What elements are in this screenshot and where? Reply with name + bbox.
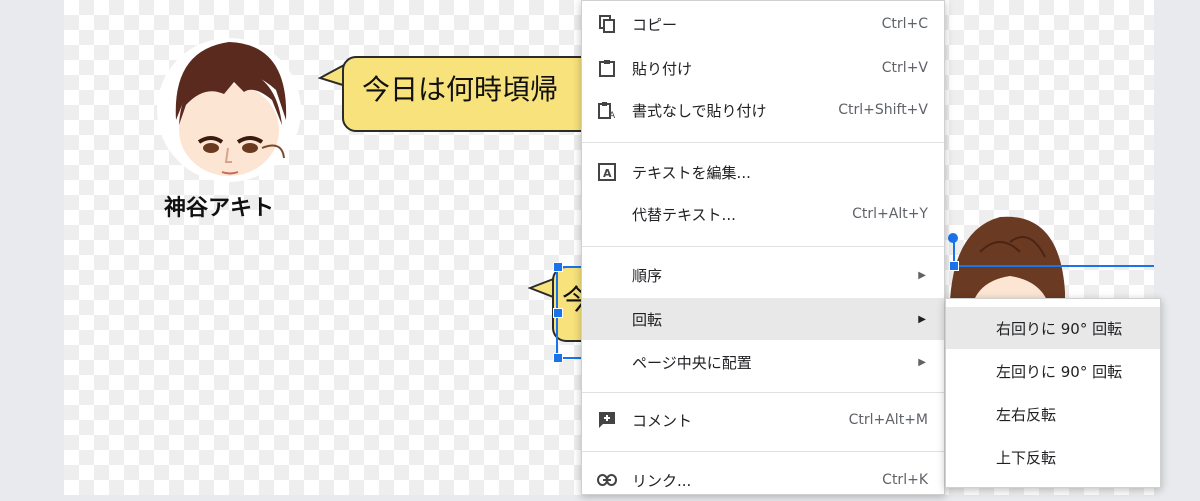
submenu-item-rotate-clockwise[interactable]: 右回りに 90° 回転 — [946, 307, 1160, 349]
menu-item-center-on-page[interactable]: ページ中央に配置 ▶ — [582, 341, 944, 383]
menu-item-shortcut: Ctrl+V — [881, 60, 928, 76]
add-comment-icon — [596, 409, 618, 431]
menu-item-label: テキストを編集... — [632, 163, 751, 182]
menu-item-label: リンク... — [632, 471, 692, 490]
menu-item-label: コピー — [632, 15, 678, 34]
menu-item-alt-text[interactable]: 代替テキスト... Ctrl+Alt+Y — [582, 193, 944, 235]
svg-text:A: A — [609, 111, 616, 119]
menu-item-order[interactable]: 順序 ▶ — [582, 254, 944, 296]
paste-plain-icon: A — [596, 99, 618, 121]
submenu-arrow-icon: ▶ — [918, 356, 926, 368]
resize-handle[interactable] — [949, 261, 959, 271]
menu-item-label: 書式なしで貼り付け — [632, 101, 767, 120]
menu-item-label: コメント — [632, 411, 693, 430]
submenu-item-rotate-counterclockwise[interactable]: 左回りに 90° 回転 — [946, 350, 1160, 392]
resize-handle[interactable] — [553, 262, 563, 272]
submenu-item-label: 右回りに 90° 回転 — [996, 319, 1123, 338]
submenu-item-flip-vertical[interactable]: 上下反転 — [946, 436, 1160, 478]
menu-item-label: 代替テキスト... — [632, 205, 736, 224]
menu-separator — [582, 451, 944, 452]
resize-handle[interactable] — [553, 308, 563, 318]
speech-bubble[interactable]: 今日は何時頃帰 — [342, 56, 602, 132]
menu-item-shortcut: Ctrl+Alt+Y — [852, 206, 928, 222]
character-name: 神谷アキト — [164, 196, 275, 221]
submenu-item-label: 左右反転 — [996, 405, 1057, 424]
menu-item-shortcut: Ctrl+Alt+M — [848, 412, 928, 428]
menu-item-shortcut: Ctrl+C — [881, 16, 928, 32]
menu-item-edit-text[interactable]: A テキストを編集... — [582, 151, 944, 193]
copy-icon — [596, 13, 618, 35]
selection-border — [953, 265, 1154, 267]
paste-icon — [596, 57, 618, 79]
menu-item-label: 回転 — [632, 310, 663, 329]
context-menu: コピー Ctrl+C 貼り付け Ctrl+V A 書式なしで貼り付け Ctrl+… — [581, 0, 945, 495]
rotate-handle[interactable] — [948, 233, 958, 243]
speech-bubble-text: 今日は何時頃帰 — [362, 73, 559, 106]
menu-item-shortcut: Ctrl+Shift+V — [838, 102, 928, 118]
menu-item-shortcut: Ctrl+K — [882, 472, 928, 488]
resize-handle[interactable] — [553, 353, 563, 363]
submenu-arrow-icon: ▶ — [918, 269, 926, 281]
menu-item-comment[interactable]: コメント Ctrl+Alt+M — [582, 399, 944, 441]
menu-separator — [582, 246, 944, 247]
submenu-item-label: 上下反転 — [996, 448, 1057, 467]
menu-item-label: ページ中央に配置 — [632, 353, 752, 372]
submenu-item-label: 左回りに 90° 回転 — [996, 362, 1123, 381]
menu-item-label: 順序 — [632, 266, 663, 285]
menu-separator — [582, 392, 944, 393]
menu-item-paste[interactable]: 貼り付け Ctrl+V — [582, 47, 944, 89]
menu-item-copy[interactable]: コピー Ctrl+C — [582, 3, 944, 45]
character-avatar[interactable] — [154, 30, 304, 190]
menu-item-paste-plain[interactable]: A 書式なしで貼り付け Ctrl+Shift+V — [582, 89, 944, 131]
menu-separator — [582, 142, 944, 143]
menu-item-rotate[interactable]: 回転 ▶ — [582, 298, 944, 340]
svg-text:A: A — [603, 167, 612, 180]
link-icon — [596, 469, 618, 491]
edit-text-icon: A — [596, 161, 618, 183]
submenu-item-flip-horizontal[interactable]: 左右反転 — [946, 393, 1160, 435]
submenu-arrow-icon: ▶ — [918, 313, 926, 325]
rotate-submenu: 右回りに 90° 回転 左回りに 90° 回転 左右反転 上下反転 — [945, 298, 1161, 488]
menu-item-label: 貼り付け — [632, 59, 693, 78]
